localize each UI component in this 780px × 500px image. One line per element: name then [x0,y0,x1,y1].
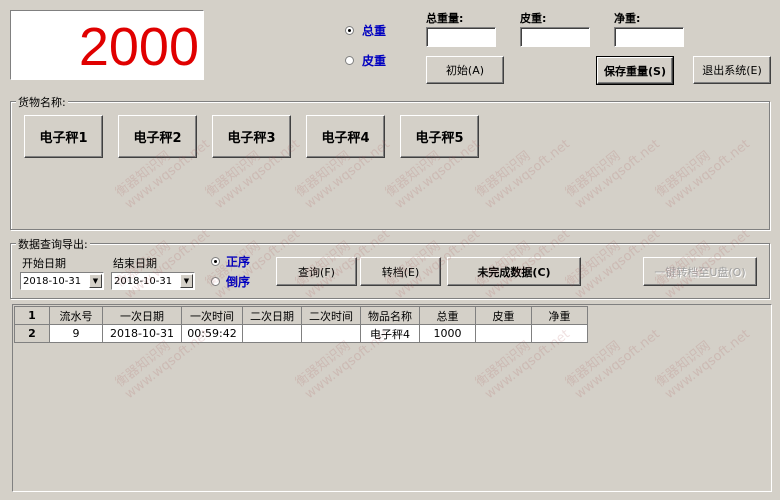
query-group-title: 数据查询导出: [16,236,90,252]
column-header[interactable]: 二次时间 [301,306,361,325]
radio-gross-indicator[interactable] [345,26,354,35]
goods-buttons: 电子秤1 电子秤2 电子秤3 电子秤4 电子秤5 [24,115,479,158]
end-date-value: 2018-10-31 [114,276,173,287]
goods-button-4[interactable]: 电子秤4 [306,115,385,158]
query-button[interactable]: 查询(F) [276,257,357,286]
row-number: 2 [14,324,50,343]
export-usb-button[interactable]: 一键转档至U盘(O) [643,257,757,286]
table-row[interactable]: 2 9 2018-10-31 00:59:42 电子秤4 1000 [14,324,588,343]
table-cell[interactable]: 00:59:42 [181,324,243,343]
radio-order-asc[interactable]: 正序 [211,253,250,270]
table-cell[interactable] [531,324,588,343]
goods-group-title: 货物名称: [16,94,68,110]
save-weight-button[interactable]: 保存重量(S) [596,56,674,85]
net-weight-label: 净重: [614,12,641,25]
radio-tare[interactable]: 皮重 [345,52,386,69]
column-header[interactable]: 皮重 [475,306,532,325]
goods-button-5[interactable]: 电子秤5 [400,115,479,158]
tare-weight-field[interactable] [520,27,590,47]
gross-weight-field[interactable] [426,27,496,47]
table-cell[interactable] [242,324,302,343]
table-cell[interactable]: 2018-10-31 [102,324,182,343]
gross-weight-label: 总重量: [426,12,464,25]
net-weight-field[interactable] [614,27,684,47]
tare-weight-label: 皮重: [520,12,547,25]
radio-gross-label: 总重 [362,24,387,38]
radio-order-desc-indicator[interactable] [211,277,220,286]
row-number: 1 [14,306,50,325]
column-header[interactable]: 一次日期 [102,306,182,325]
radio-tare-indicator[interactable] [345,56,354,65]
radio-order-desc[interactable]: 倒序 [211,273,250,290]
table-cell[interactable] [475,324,532,343]
archive-button[interactable]: 转档(E) [360,257,441,286]
end-date-picker[interactable]: 2018-10-31 ▼ [111,272,195,290]
radio-gross[interactable]: 总重 [345,22,386,39]
table-cell[interactable]: 9 [49,324,103,343]
column-header[interactable]: 流水号 [49,306,103,325]
radio-order-asc-label: 正序 [226,255,251,269]
start-date-label: 开始日期 [22,257,66,270]
radio-tare-label: 皮重 [362,54,387,68]
column-header[interactable]: 二次日期 [242,306,302,325]
table-cell[interactable]: 1000 [419,324,476,343]
table-header-row: 1 流水号 一次日期 一次时间 二次日期 二次时间 物品名称 总重 皮重 净重 [14,306,588,325]
weight-display: 2000 [10,10,204,80]
radio-order-desc-label: 倒序 [226,275,251,289]
column-header[interactable]: 总重 [419,306,476,325]
radio-order-asc-indicator[interactable] [211,257,220,266]
data-grid: 1 流水号 一次日期 一次时间 二次日期 二次时间 物品名称 总重 皮重 净重 … [14,306,588,343]
chevron-down-icon[interactable]: ▼ [89,274,102,288]
start-date-picker[interactable]: 2018-10-31 ▼ [20,272,104,290]
incomplete-data-button[interactable]: 未完成数据(C) [447,257,581,286]
column-header[interactable]: 净重 [531,306,588,325]
goods-button-3[interactable]: 电子秤3 [212,115,291,158]
weight-value: 2000 [78,17,199,77]
table-cell[interactable]: 电子秤4 [360,324,420,343]
end-date-label: 结束日期 [113,257,157,270]
table-cell[interactable] [301,324,361,343]
goods-button-1[interactable]: 电子秤1 [24,115,103,158]
init-button[interactable]: 初始(A) [426,56,504,84]
start-date-value: 2018-10-31 [23,276,82,287]
column-header[interactable]: 一次时间 [181,306,243,325]
column-header[interactable]: 物品名称 [360,306,420,325]
exit-button[interactable]: 退出系统(E) [693,56,771,84]
chevron-down-icon[interactable]: ▼ [180,274,193,288]
goods-button-2[interactable]: 电子秤2 [118,115,197,158]
